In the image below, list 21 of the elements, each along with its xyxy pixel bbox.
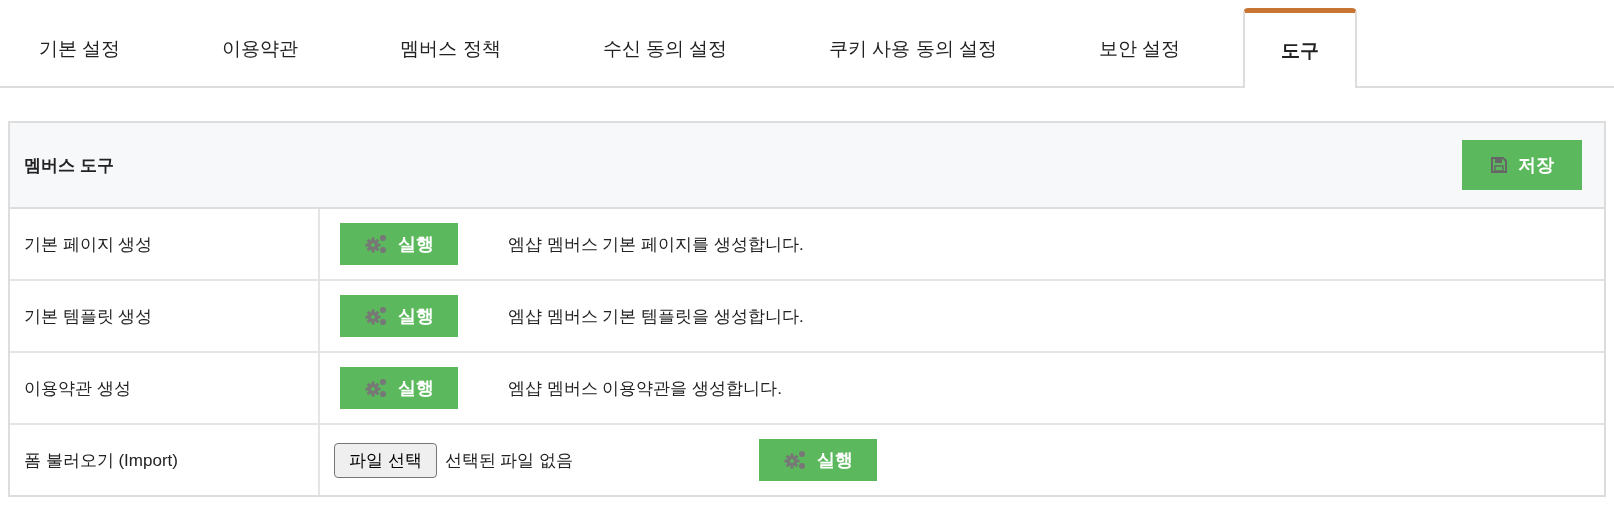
description-text: 엠샵 멤버스 이용약관을 생성합니다.: [508, 377, 782, 400]
panel-title: 멤버스 도구: [24, 154, 114, 177]
gears-icon: [364, 305, 388, 327]
gears-icon: [783, 449, 808, 471]
tab[interactable]: 이용약관: [183, 8, 338, 88]
gears-icon: [364, 377, 388, 399]
row-label: 기본 템플릿 생성: [10, 281, 320, 351]
tab[interactable]: 기본 설정: [0, 8, 160, 88]
row-label: 기본 페이지 생성: [10, 209, 320, 279]
description-text: 엠샵 멤버스 기본 템플릿을 생성합니다.: [508, 305, 804, 328]
tab[interactable]: 보안 설정: [1059, 8, 1220, 88]
file-select-button[interactable]: 파일 선택: [334, 442, 437, 478]
description-text: 엠샵 멤버스 기본 페이지를 생성합니다.: [508, 233, 804, 256]
tab[interactable]: 도구: [1243, 8, 1358, 88]
row-label: 폼 불러오기 (Import): [10, 425, 320, 495]
row-label: 이용약관 생성: [10, 353, 320, 423]
tab[interactable]: 멤버스 정책: [361, 8, 540, 88]
tab[interactable]: 수신 동의 설정: [563, 8, 767, 88]
gears-icon: [364, 233, 388, 255]
file-status-text: 선택된 파일 없음: [444, 449, 574, 472]
tab[interactable]: 쿠키 사용 동의 설정: [790, 8, 1036, 88]
